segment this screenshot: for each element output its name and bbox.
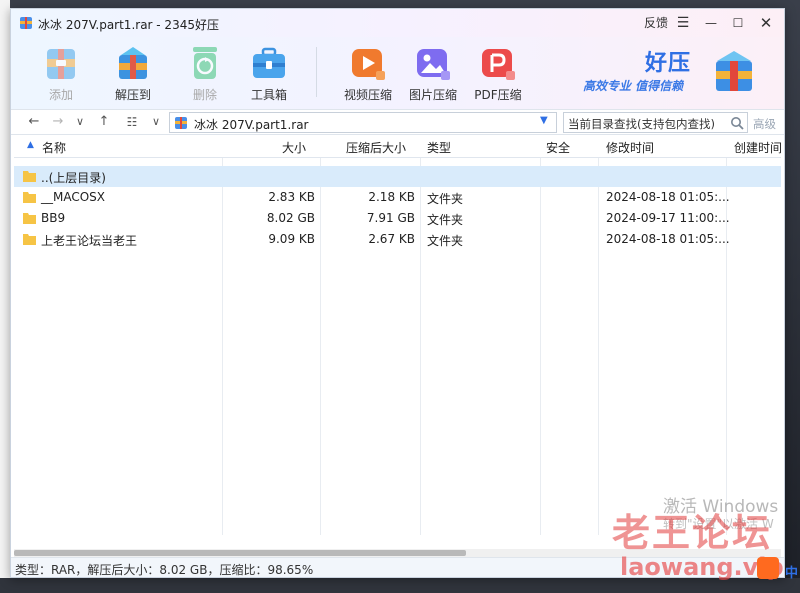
file-list: ▲ 名称 大小 压缩后大小 类型 安全 修改时间 创建时间 ..(上层目录) _… (14, 135, 781, 549)
video-icon (352, 49, 385, 80)
title-bar[interactable]: 冰冰 207V.part1.rar - 2345好压 反馈 ☰ — ☐ ✕ (11, 9, 784, 37)
toolbox-button[interactable]: 工具箱 (237, 39, 301, 105)
table-row[interactable]: ..(上层目录) (14, 166, 781, 187)
minimize-button[interactable]: — (702, 14, 720, 32)
up-arrow-icon[interactable]: ↑ (95, 113, 113, 131)
cell-size: 9.09 KB (268, 232, 315, 246)
extract-button[interactable]: 解压到 (101, 39, 165, 105)
scrollbar-thumb[interactable] (14, 550, 466, 556)
forward-arrow-icon[interactable]: → (49, 113, 67, 131)
address-bar: ← → ∨ ↑ ☷ ∨ 冰冰 207V.part1.rar ▼ 当前目录查找(支… (11, 109, 784, 135)
menu-icon[interactable]: ☰ (674, 14, 692, 32)
header-name[interactable]: 名称 (42, 139, 66, 156)
header-size[interactable]: 大小 (282, 139, 306, 156)
add-archive-icon (47, 49, 75, 79)
image-compress-button[interactable]: 图片压缩 (401, 39, 465, 105)
header-packed-size[interactable]: 压缩后大小 (346, 139, 406, 156)
search-placeholder: 当前目录查找(支持包内查找) (568, 117, 715, 131)
back-arrow-icon[interactable]: ← (25, 113, 43, 131)
table-row[interactable]: 上老王论坛当老王 9.09 KB 2.67 KB 文件夹 2024-08-18 … (14, 229, 781, 250)
extract-label: 解压到 (114, 88, 151, 102)
folder-icon (23, 192, 36, 203)
add-button[interactable]: 添加 (29, 39, 93, 105)
delete-label: 删除 (192, 88, 217, 102)
cell-type: 文件夹 (427, 192, 464, 206)
archive-app-icon (20, 17, 32, 29)
archive-file-icon (175, 117, 187, 129)
advanced-search-link[interactable]: 高级 (753, 116, 776, 132)
cell-packed-size: 7.91 GB (366, 211, 415, 225)
image-compress-label: 图片压缩 (408, 88, 457, 102)
extract-icon (119, 47, 147, 79)
cell-packed-size: 2.18 KB (368, 190, 415, 204)
cell-name: ..(上层目录) (41, 171, 106, 185)
brand-archive-icon (716, 51, 752, 91)
cell-packed-size: 2.67 KB (368, 232, 415, 246)
brand-slogan: 高效专业 值得信赖 (583, 79, 684, 93)
header-security[interactable]: 安全 (546, 139, 570, 156)
watermark-logo: 老王论坛 (612, 511, 773, 555)
folder-icon (23, 171, 36, 182)
feedback-button[interactable]: 反馈 (642, 14, 670, 32)
close-button[interactable]: ✕ (757, 14, 775, 32)
header-modified[interactable]: 修改时间 (606, 139, 654, 156)
cell-modified: 2024-08-18 01:05:... (606, 190, 730, 204)
folder-icon (23, 213, 36, 224)
search-icon[interactable] (730, 116, 744, 130)
window-title: 冰冰 207V.part1.rar - 2345好压 (38, 18, 219, 32)
add-label: 添加 (48, 88, 73, 102)
cell-modified: 2024-08-18 01:05:... (606, 232, 730, 246)
table-row[interactable]: __MACOSX 2.83 KB 2.18 KB 文件夹 2024-08-18 … (14, 187, 781, 208)
status-text: 类型：RAR，解压后大小：8.02 GB，压缩比：98.65% (15, 563, 314, 577)
header-created[interactable]: 创建时间 (734, 139, 781, 156)
image-icon (417, 49, 450, 80)
cell-size: 2.83 KB (268, 190, 315, 204)
brand-logo: 好压 高效专业 值得信赖 (583, 45, 778, 101)
cell-name: __MACOSX (41, 190, 106, 204)
cell-name: BB9 (41, 211, 66, 225)
toolbox-icon (253, 47, 285, 78)
toolbox-label: 工具箱 (250, 88, 287, 102)
column-header: ▲ 名称 大小 压缩后大小 类型 安全 修改时间 创建时间 (14, 135, 781, 158)
sort-ascending-icon: ▲ (27, 140, 34, 150)
ime-logo-icon[interactable] (757, 557, 779, 579)
path-text: 冰冰 207V.part1.rar (194, 118, 309, 132)
video-compress-label: 视频压缩 (343, 88, 392, 102)
video-compress-button[interactable]: 视频压缩 (336, 39, 400, 105)
path-field[interactable]: 冰冰 207V.part1.rar ▼ (169, 112, 557, 133)
history-dropdown-icon[interactable]: ∨ (71, 113, 89, 131)
search-input[interactable]: 当前目录查找(支持包内查找) (563, 112, 748, 133)
pdf-compress-label: PDF压缩 (474, 88, 522, 102)
cell-type: 文件夹 (427, 234, 464, 248)
header-type[interactable]: 类型 (427, 139, 451, 156)
cell-type: 文件夹 (427, 213, 464, 227)
maximize-button[interactable]: ☐ (729, 14, 747, 32)
pdf-icon (482, 49, 515, 80)
pdf-compress-button[interactable]: PDF压缩 (466, 39, 530, 105)
cell-name: 上老王论坛当老王 (41, 234, 138, 248)
cell-size: 8.02 GB (266, 211, 315, 225)
delete-button[interactable]: 删除 (173, 39, 237, 105)
toolbar-divider (316, 47, 317, 97)
folder-icon (23, 234, 36, 245)
desktop-left-strip (0, 0, 10, 593)
recycle-icon (193, 47, 217, 79)
main-toolbar: 添加 解压到 删除 工具箱 视频压缩 图片压缩 PDF压缩 好压 高效专业 值得… (11, 37, 784, 109)
view-dropdown-icon[interactable]: ∨ (147, 113, 165, 131)
brand-name: 好压 (645, 51, 692, 76)
path-dropdown-icon[interactable]: ▼ (540, 115, 548, 126)
view-mode-icon[interactable]: ☷ (123, 113, 141, 131)
ime-indicator[interactable]: 中 (785, 562, 798, 581)
cell-modified: 2024-09-17 11:00:... (606, 211, 730, 225)
table-row[interactable]: BB9 8.02 GB 7.91 GB 文件夹 2024-09-17 11:00… (14, 208, 781, 229)
